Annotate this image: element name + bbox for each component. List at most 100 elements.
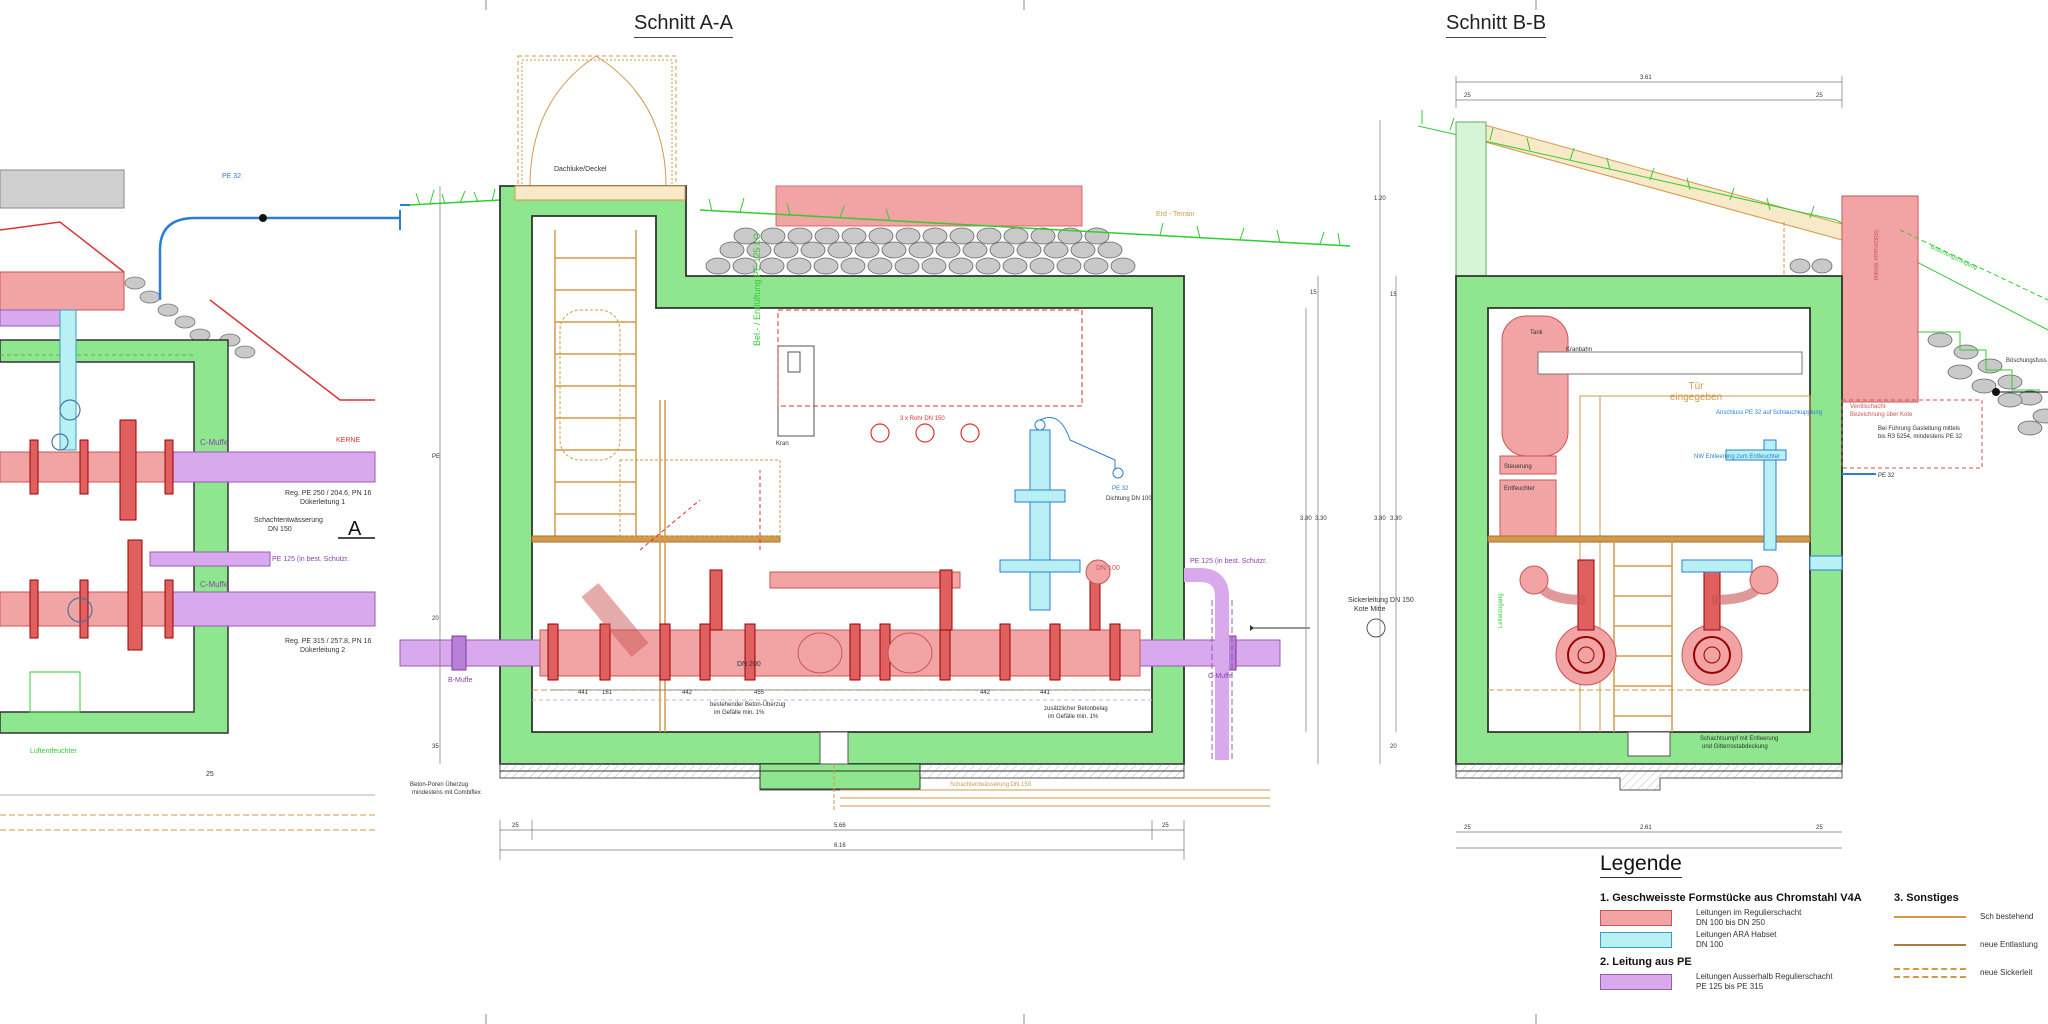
plan-pipe-1a: Reg. PE 250 / 204.6, PN 16	[285, 490, 371, 497]
sec-a-dim-h1: 3.30	[1315, 516, 1327, 522]
legend-swatch-red	[1600, 910, 1672, 926]
sec-b-box1: Steuerung	[1504, 464, 1532, 470]
plan-c-muffe-1: C-Muffe	[200, 438, 229, 447]
sec-a-c-muffe: C-Muffe	[1208, 673, 1233, 680]
sec-b-box2: Entfeuchter	[1504, 486, 1535, 492]
sec-b-red-block-label: Stützmauer Winkel	[1872, 230, 1878, 280]
sec-a-pe32: PE 32	[1112, 486, 1129, 492]
sec-b-dn-label: NW Entleerung zum Entfeuchter	[1694, 454, 1780, 460]
sec-b-door-1: Tür	[1689, 381, 1705, 392]
sec-b-pe-note-1: Bei Führung Gasleitung mittels	[1878, 426, 1960, 432]
sec-b-ladder-label: Leiterzugang	[1498, 593, 1504, 628]
sec-b-bottom-note-1: Schachtsumpf mit Entleerung	[1700, 736, 1778, 742]
legend-g3-item2: neue Entlastung	[1980, 940, 2038, 949]
sec-a-b-muffe: B-Muffe	[448, 677, 472, 684]
sec-a-hatch-label: Dachluke/Deckel	[554, 166, 607, 173]
sec-b-dim-bottom-left: 25	[1464, 825, 1471, 831]
legend-swatch-cyan	[1600, 932, 1672, 948]
sec-b-dim-top-right: 25	[1816, 93, 1823, 99]
sec-a-dn100-small: Dichtung DN 100	[1106, 496, 1152, 502]
sec-a-soil-label: Erd - Terrain	[1156, 211, 1194, 218]
legend-group-2-heading: 2. Leitung aus PE	[1600, 956, 1692, 968]
sec-a-bottom-note-4: im Gefälle min. 1%	[1048, 714, 1099, 720]
sec-a-dim-4: 161	[602, 690, 613, 696]
legend-g2-item1-line1: Leitungen Ausserhalb Regulierschacht	[1696, 972, 1833, 981]
sec-b-dim-bottom-total: 2.61	[1640, 825, 1652, 831]
legend-title: Legende	[1600, 852, 1682, 878]
legend-g3-item3: neue Sickerleit	[1980, 968, 2033, 977]
plan-kerne: KERNE	[336, 437, 360, 444]
sec-a-left-note-1: Beton-Poren Überzug	[410, 781, 468, 788]
sec-b-dim-h-mid: 3.30	[1390, 516, 1402, 522]
legend-g1-item1-line1: Leitungen im Regulierschacht	[1696, 908, 1802, 917]
legend-line-3b	[1894, 976, 1966, 978]
sec-b-pe32-label: Anschluss PE 32 auf Schlauchkupplung	[1716, 410, 1822, 416]
sec-a-dim-side-a: 20	[432, 616, 439, 622]
sec-a-rings-label: 3 x Rohr DN 150	[900, 416, 945, 422]
sec-a-dim-right: 25	[1162, 823, 1169, 829]
sec-a-dim-v1: 15	[1310, 290, 1317, 296]
legend-g2-item1-line2: PE 125 bis PE 315	[1696, 982, 1764, 991]
plan-pipe-2b: Dükerleitung 2	[300, 647, 345, 654]
plan-c-muffe-2: C-Muffe	[200, 580, 229, 589]
section-a-title: Schnitt A-A	[634, 12, 733, 38]
sec-b-door-2: eingegeben	[1670, 392, 1722, 403]
sec-a-drain-right-2: Kote Mitte	[1354, 606, 1386, 613]
sec-b-dim-v-small: 15	[1390, 292, 1397, 298]
legend-line-1	[1894, 916, 1966, 918]
sec-a-dn200: DN 200	[737, 661, 761, 668]
sec-a-dim-5: 455	[754, 690, 765, 696]
plan-pipe-1b: Dükerleitung 1	[300, 499, 345, 506]
sec-b-dim-h-top: 1.20	[1374, 196, 1386, 202]
section-a: Dachluke/Deckel Erd - Terrain Kran Bel.-…	[399, 55, 1414, 860]
legend-group-1-heading: 1. Geschweisste Formstücke aus Chromstah…	[1600, 892, 1862, 904]
section-b: 3.61 25 25 1.20 3.30 3.80 15 20 2.61 25 …	[1374, 75, 2048, 849]
sec-a-dim-2: 442	[980, 690, 991, 696]
sec-a-dim-v2: PE	[432, 454, 440, 460]
sec-b-dim-h-full: 3.80	[1374, 516, 1386, 522]
legend-g3-item1: Sch bestehend	[1980, 912, 2034, 921]
sec-b-tank-label: Tank	[1530, 330, 1544, 336]
sec-b-ventil-2: Bezeichnung über Kote	[1850, 412, 1913, 418]
plan-drain: Schachtentwässerung	[254, 517, 323, 524]
plan-pipe-2a: Reg. PE 315 / 257.8, PN 16	[285, 638, 371, 645]
sec-a-left-note-2: mindestens mit Combiflex	[412, 790, 481, 796]
legend-group-3-heading: 3. Sonstiges	[1894, 892, 1959, 904]
sec-a-dim-1: 442	[682, 690, 693, 696]
sec-a-dim-h2: 3.80	[1300, 516, 1312, 522]
sec-a-dim-0: 441	[578, 690, 589, 696]
plan-pe125: PE 125 (in best. Schutzr.	[272, 556, 349, 563]
sec-b-pe32-right: PE 32	[1878, 473, 1895, 479]
sec-b-dim-v-bottom: 20	[1390, 744, 1397, 750]
sec-a-dn100: DN 100	[1096, 565, 1120, 572]
legend-swatch-purple	[1600, 974, 1672, 990]
sec-a-dim-3: 441	[1040, 690, 1051, 696]
plan-pe-top-label: PE 32	[222, 173, 241, 180]
sec-a-crane-box: Kran	[776, 441, 789, 447]
section-marker: A	[348, 518, 362, 540]
section-b-title: Schnitt B-B	[1446, 12, 1547, 38]
sec-b-crane-label: Kranbahn	[1566, 347, 1592, 353]
sec-a-dim-outer: 6.16	[834, 843, 846, 849]
legend-g1-item2-line2: DN 100	[1696, 940, 1724, 949]
plan-view: PE 32 C-Muffe C-Muffe Reg. PE 250 / 204.…	[0, 169, 401, 831]
plan-drain-dn: DN 150	[268, 526, 292, 533]
sec-a-dim-side-b: 35	[432, 744, 439, 750]
sec-b-right-label: Böschungsfuss	[2006, 358, 2047, 364]
legend: Legende 1. Geschweisste Formstücke aus C…	[1600, 852, 2048, 1024]
legend-line-3	[1894, 968, 1966, 970]
sec-a-bottom-note-3: zusätzlicher Betonbelag	[1044, 706, 1108, 712]
sec-b-dim-top-left: 25	[1464, 93, 1471, 99]
sec-b-dim-top-total: 3.61	[1640, 75, 1652, 81]
sec-b-ventil-1: Ventilschacht	[1850, 404, 1886, 410]
sec-a-dim-left: 25	[512, 823, 519, 829]
sec-b-dim-bottom-right: 25	[1816, 825, 1823, 831]
sec-a-dim-inner: 5.66	[834, 823, 846, 829]
sec-b-bottom-note-2: und Gitterrostabdeckung	[1702, 744, 1768, 750]
legend-line-2	[1894, 944, 1966, 946]
legend-g1-item1-line2: DN 100 bis DN 250	[1696, 918, 1765, 927]
plan-dim-25: 25	[206, 771, 214, 778]
legend-g1-item2-line1: Leitungen ARA Habset	[1696, 930, 1777, 939]
plan-sump-label: Luftentfeuchter	[30, 748, 77, 755]
sec-a-vertical-label: Bel.- / Entlüftung PE 125 LO	[752, 233, 762, 346]
